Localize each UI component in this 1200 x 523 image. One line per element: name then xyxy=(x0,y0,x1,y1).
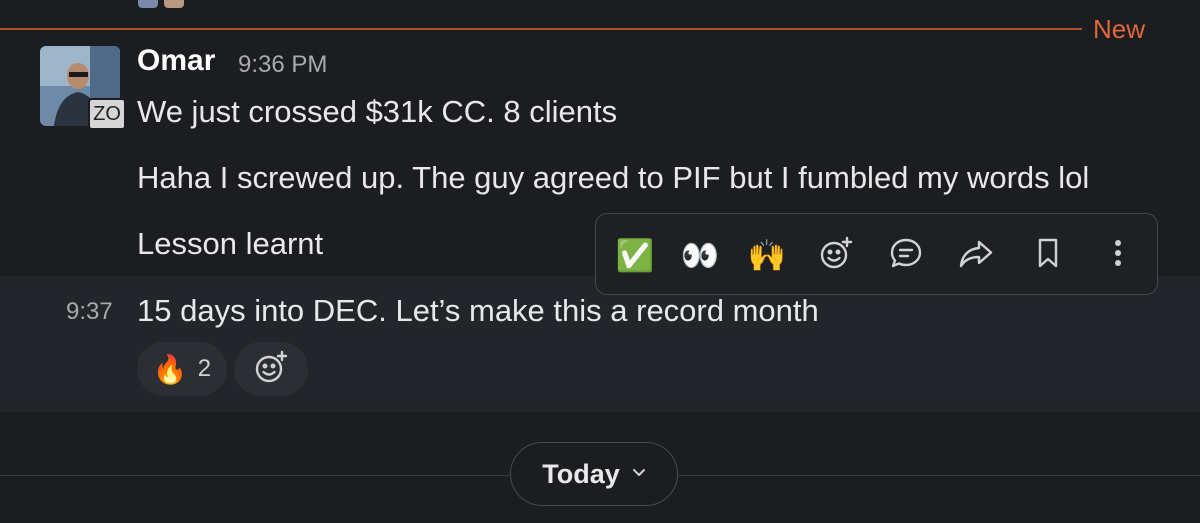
message-actions-toolbar: ✅ 👀 🙌 xyxy=(595,213,1158,295)
new-messages-divider xyxy=(0,28,1082,30)
react-check-button[interactable]: ✅ xyxy=(613,233,657,277)
message-text: We just crossed $31k CC. 8 clients xyxy=(137,94,618,129)
more-vertical-icon xyxy=(1108,235,1128,276)
save-for-later-button[interactable] xyxy=(1026,233,1070,277)
reply-in-thread-icon xyxy=(888,235,924,276)
message-timestamp[interactable]: 9:37 xyxy=(66,298,113,326)
chevron-down-icon xyxy=(632,465,646,483)
react-raised-hands-button[interactable]: 🙌 xyxy=(745,233,789,277)
sender-name[interactable]: Omar xyxy=(137,44,215,78)
react-eyes-button[interactable]: 👀 xyxy=(678,233,722,277)
white-check-mark-emoji: ✅ xyxy=(615,237,655,273)
reaction-fire[interactable]: 🔥 2 xyxy=(137,342,227,396)
message-text: Haha I screwed up. The guy agreed to PIF… xyxy=(137,160,1090,195)
add-reaction-button[interactable] xyxy=(234,342,308,396)
reaction-count: 2 xyxy=(197,355,212,382)
fire-emoji: 🔥 xyxy=(152,353,188,385)
raised-hands-emoji: 🙌 xyxy=(747,237,787,273)
add-reaction-icon xyxy=(253,349,289,390)
jump-to-date-button[interactable]: Today xyxy=(510,442,678,506)
more-actions-button[interactable] xyxy=(1096,233,1140,277)
reply-in-thread-button[interactable] xyxy=(884,233,928,277)
previous-message-avatars xyxy=(138,0,192,9)
message-timestamp[interactable]: 9:36 PM xyxy=(238,51,327,79)
date-label: Today xyxy=(542,458,620,489)
eyes-emoji: 👀 xyxy=(680,237,720,273)
message-text: Lesson learnt xyxy=(137,226,324,261)
share-message-button[interactable] xyxy=(954,233,998,277)
avatar-initials-badge: ZO xyxy=(88,98,126,130)
add-reaction-icon xyxy=(818,235,854,276)
message-text: 15 days into DEC. Let’s make this a reco… xyxy=(137,293,819,328)
share-icon xyxy=(957,235,995,276)
new-messages-label: New xyxy=(1093,14,1146,44)
bookmark-icon xyxy=(1033,235,1063,276)
add-reaction-toolbar-button[interactable] xyxy=(814,233,858,277)
